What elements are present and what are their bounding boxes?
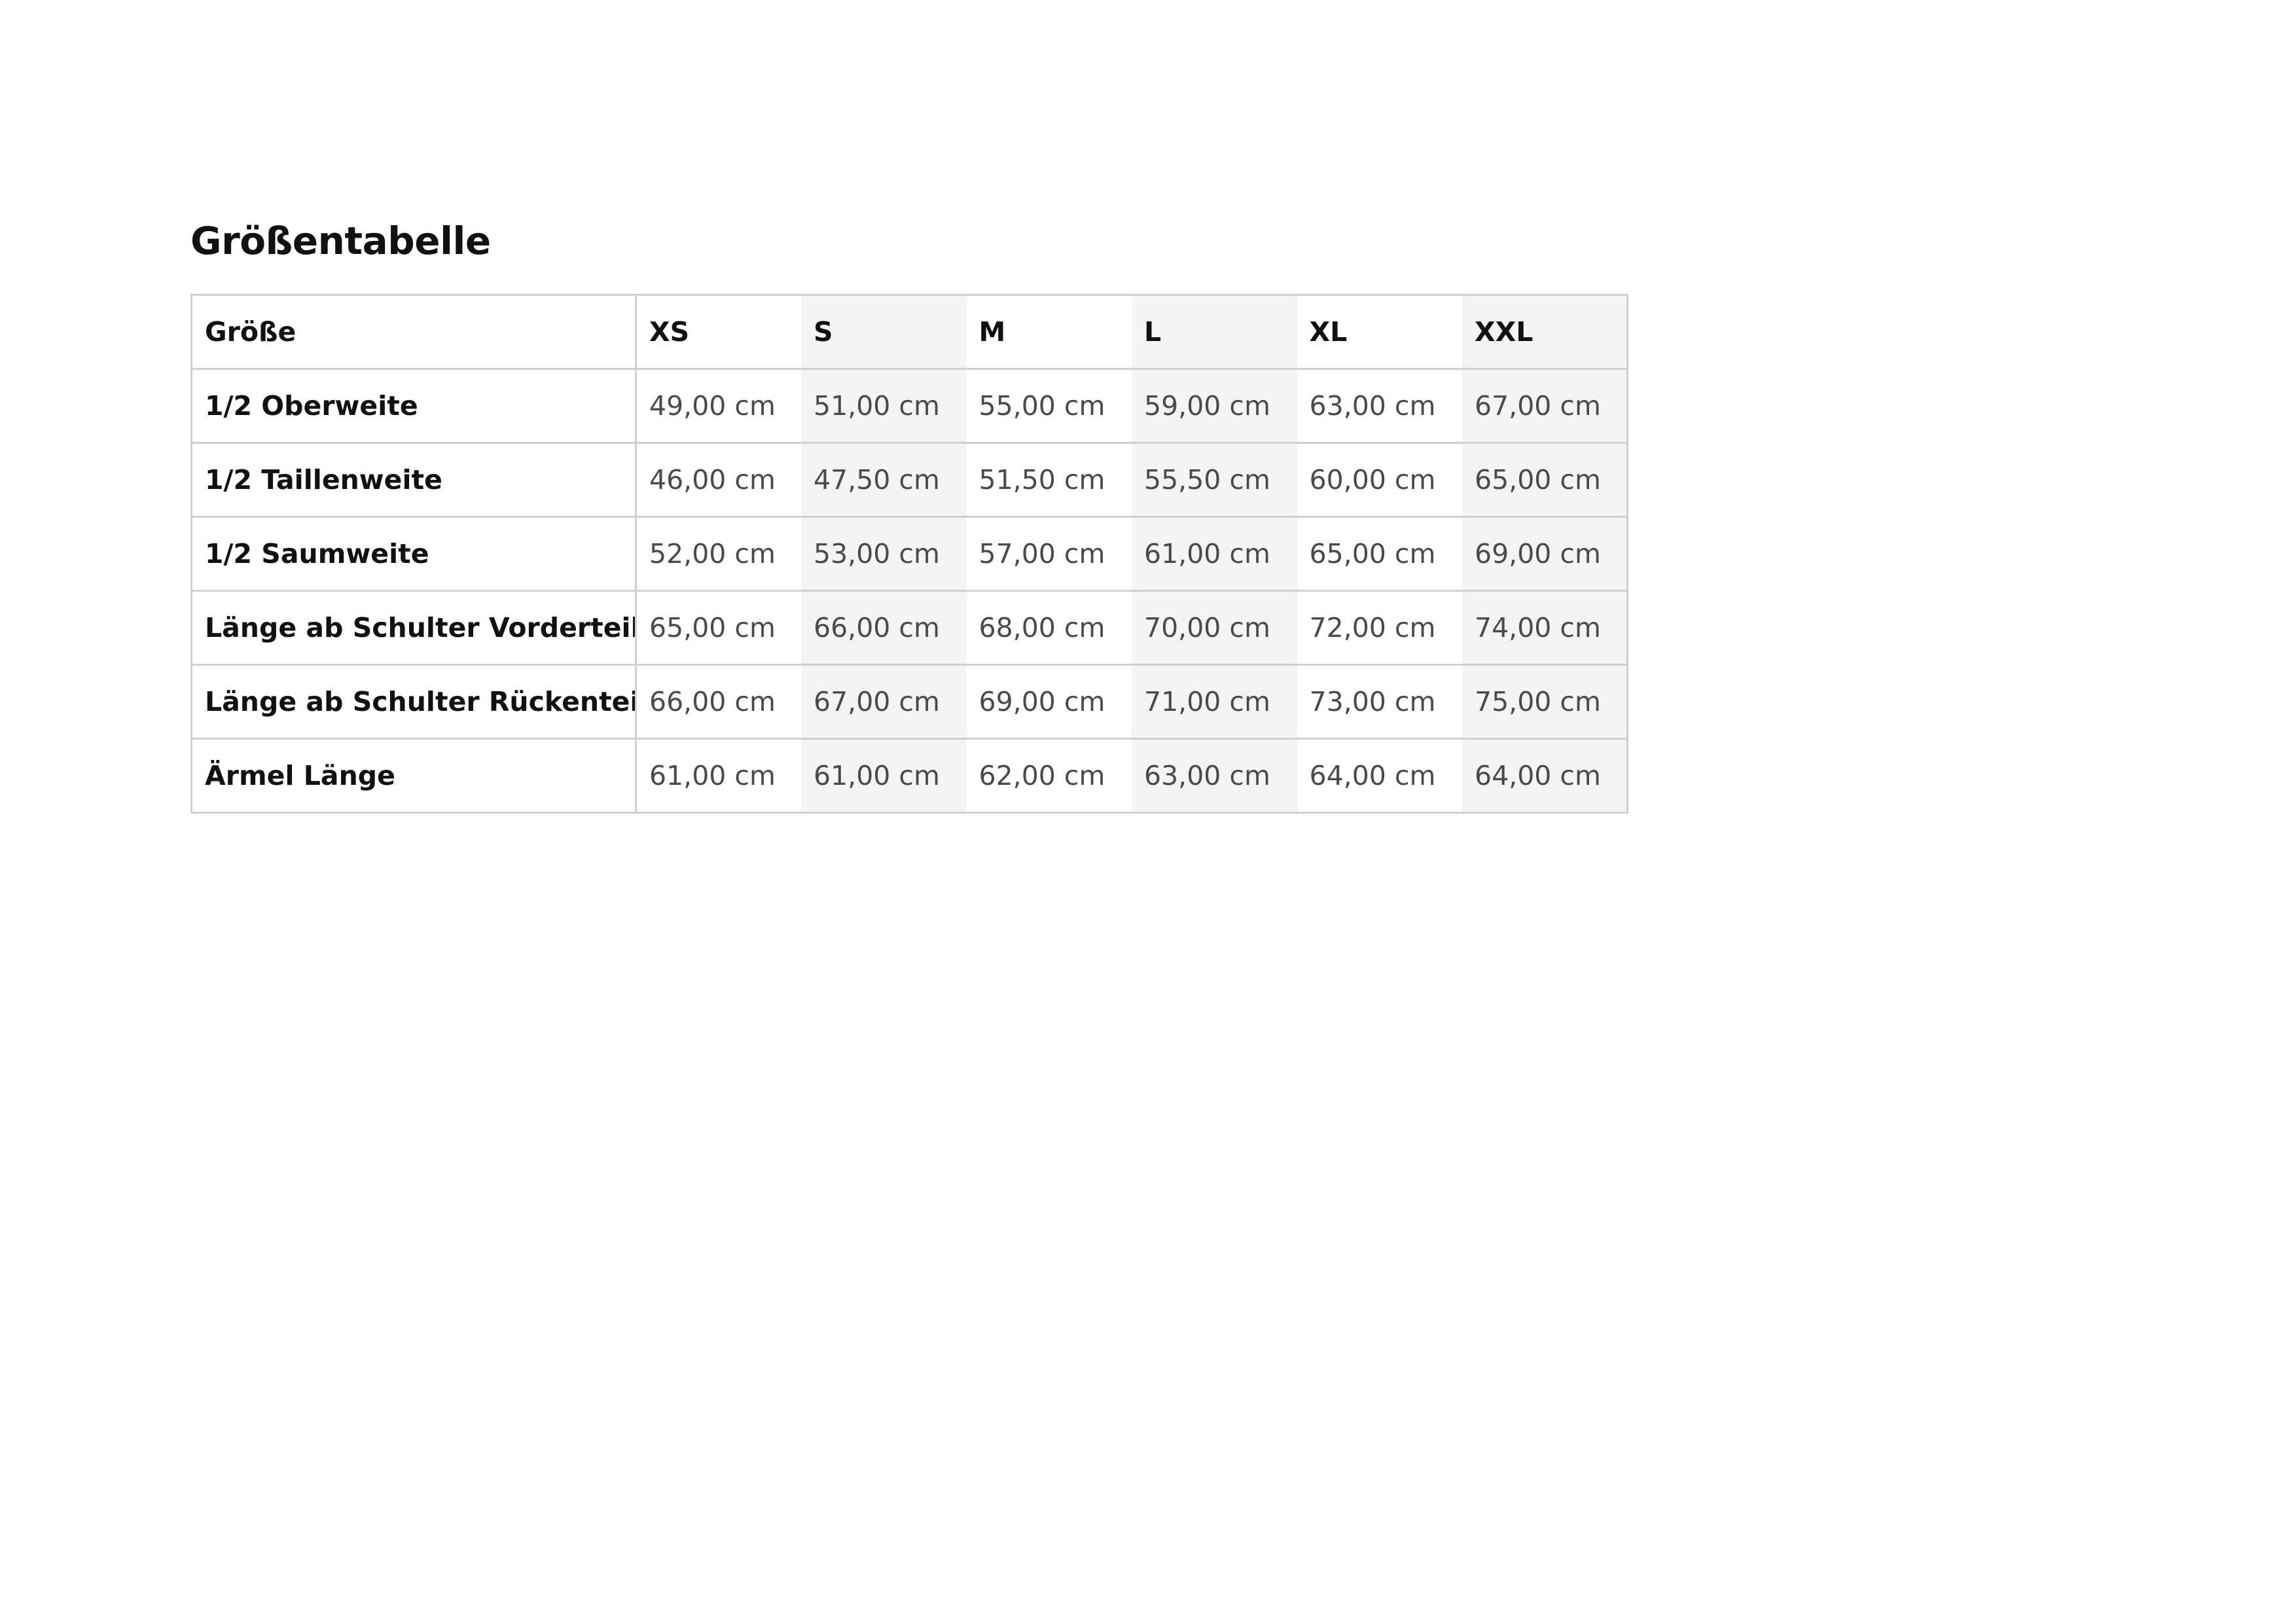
table-cell: 72,00 cm	[1297, 590, 1462, 666]
table-cell: 73,00 cm	[1297, 664, 1462, 740]
table-cell: 68,00 cm	[966, 590, 1132, 666]
table-cell: 60,00 cm	[1297, 442, 1462, 518]
table-cell: 52,00 cm	[636, 516, 801, 592]
table-cell: 57,00 cm	[966, 516, 1132, 592]
table-cell: 53,00 cm	[801, 516, 967, 592]
header-size-s: S	[801, 294, 967, 370]
table-cell: 69,00 cm	[1462, 516, 1628, 592]
table-row: Ärmel Länge 61,00 cm 61,00 cm 62,00 cm 6…	[191, 738, 1628, 814]
table-cell: 61,00 cm	[636, 738, 801, 814]
table-cell: 74,00 cm	[1462, 590, 1628, 666]
header-size-l: L	[1132, 294, 1297, 370]
table-cell: 75,00 cm	[1462, 664, 1628, 740]
table-row: Länge ab Schulter Rückenteil 66,00 cm 67…	[191, 664, 1628, 740]
table-cell: 65,00 cm	[1297, 516, 1462, 592]
table-cell: 61,00 cm	[801, 738, 967, 814]
header-size-xs: XS	[636, 294, 801, 370]
page-title: Größentabelle	[190, 219, 491, 263]
table-cell: 67,00 cm	[801, 664, 967, 740]
table-cell: 61,00 cm	[1132, 516, 1297, 592]
row-label: Ärmel Länge	[191, 738, 637, 814]
table-cell: 71,00 cm	[1132, 664, 1297, 740]
table-cell: 55,00 cm	[966, 368, 1132, 444]
row-label: 1/2 Oberweite	[191, 368, 637, 444]
size-chart-table: Größe XS S M L XL XXL 1/2 Oberweite 49,0…	[190, 294, 1628, 814]
table-cell: 64,00 cm	[1297, 738, 1462, 814]
table-cell: 62,00 cm	[966, 738, 1132, 814]
table-cell: 46,00 cm	[636, 442, 801, 518]
table-header-row: Größe XS S M L XL XXL	[191, 294, 1628, 370]
table-cell: 51,50 cm	[966, 442, 1132, 518]
row-label: 1/2 Saumweite	[191, 516, 637, 592]
table-cell: 63,00 cm	[1297, 368, 1462, 444]
table-cell: 69,00 cm	[966, 664, 1132, 740]
row-label: Länge ab Schulter Rückenteil	[191, 664, 637, 740]
table-cell: 63,00 cm	[1132, 738, 1297, 814]
table-cell: 47,50 cm	[801, 442, 967, 518]
table-row: 1/2 Saumweite 52,00 cm 53,00 cm 57,00 cm…	[191, 516, 1628, 592]
table-row: Länge ab Schulter Vorderteil 65,00 cm 66…	[191, 590, 1628, 666]
table-row: 1/2 Taillenweite 46,00 cm 47,50 cm 51,50…	[191, 442, 1628, 518]
table-cell: 64,00 cm	[1462, 738, 1628, 814]
table-cell: 65,00 cm	[1462, 442, 1628, 518]
table-cell: 49,00 cm	[636, 368, 801, 444]
row-label: 1/2 Taillenweite	[191, 442, 637, 518]
table-cell: 59,00 cm	[1132, 368, 1297, 444]
table-cell: 67,00 cm	[1462, 368, 1628, 444]
table-cell: 70,00 cm	[1132, 590, 1297, 666]
header-size-xxl: XXL	[1462, 294, 1628, 370]
table-cell: 55,50 cm	[1132, 442, 1297, 518]
table-cell: 66,00 cm	[636, 664, 801, 740]
row-label: Länge ab Schulter Vorderteil	[191, 590, 637, 666]
table-cell: 51,00 cm	[801, 368, 967, 444]
header-size-label: Größe	[191, 294, 637, 370]
table-cell: 65,00 cm	[636, 590, 801, 666]
table-cell: 66,00 cm	[801, 590, 967, 666]
header-size-xl: XL	[1297, 294, 1462, 370]
header-size-m: M	[966, 294, 1132, 370]
table-row: 1/2 Oberweite 49,00 cm 51,00 cm 55,00 cm…	[191, 368, 1628, 444]
